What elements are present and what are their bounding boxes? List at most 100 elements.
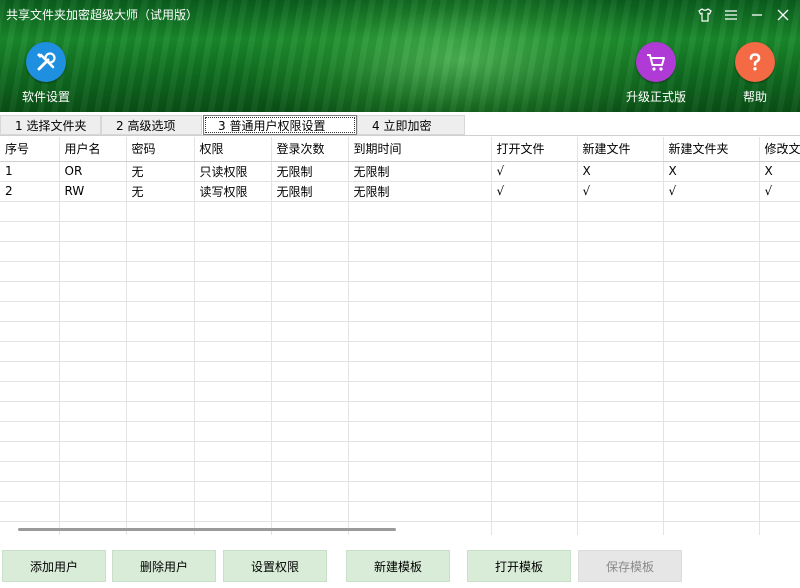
empty-cell: [0, 221, 60, 242]
empty-cell: [126, 361, 195, 382]
empty-cell: [59, 441, 127, 462]
delete-user-button[interactable]: 删除用户: [112, 550, 216, 582]
table-cell: 无: [126, 161, 195, 182]
table-cell: 无: [126, 181, 195, 202]
empty-cell: [271, 381, 349, 402]
tab-select-folder[interactable]: 1 选择文件夹: [0, 115, 101, 135]
empty-cell: [126, 481, 195, 502]
horizontal-scrollbar[interactable]: [18, 528, 396, 531]
empty-cell: [194, 321, 272, 342]
window-controls: [694, 4, 794, 26]
close-icon[interactable]: [772, 4, 794, 26]
empty-cell: [0, 421, 60, 442]
new-template-button[interactable]: 新建模板: [346, 550, 450, 582]
column-header[interactable]: 序号: [0, 137, 60, 162]
column-header[interactable]: 新建文件: [577, 137, 664, 162]
empty-table-row: [0, 441, 800, 462]
empty-cell: [194, 401, 272, 422]
save-template-button[interactable]: 保存模板: [578, 550, 682, 582]
empty-cell: [194, 301, 272, 322]
column-header[interactable]: 密码: [126, 137, 195, 162]
empty-cell: [271, 301, 349, 322]
empty-cell: [126, 401, 195, 422]
empty-cell: [491, 361, 578, 382]
empty-cell: [663, 221, 760, 242]
empty-cell: [126, 421, 195, 442]
empty-cell: [0, 201, 60, 222]
tab-user-permissions[interactable]: 3 普通用户权限设置: [203, 115, 357, 135]
empty-cell: [759, 481, 800, 502]
empty-cell: [663, 481, 760, 502]
empty-cell: [0, 401, 60, 422]
question-icon: [735, 42, 775, 82]
empty-cell: [663, 241, 760, 262]
empty-cell: [348, 361, 492, 382]
tab-advanced-options[interactable]: 2 高级选项: [101, 115, 202, 135]
set-permission-button[interactable]: 设置权限: [223, 550, 327, 582]
empty-cell: [577, 301, 664, 322]
empty-cell: [126, 321, 195, 342]
empty-cell: [491, 281, 578, 302]
column-header[interactable]: 用户名: [59, 137, 127, 162]
empty-cell: [348, 441, 492, 462]
empty-cell: [759, 501, 800, 522]
empty-cell: [348, 421, 492, 442]
column-header[interactable]: 登录次数: [271, 137, 349, 162]
table-row[interactable]: 2 RW 无 读写权限 无限制 无限制 √ √ √ √: [0, 181, 800, 202]
table-cell: 读写权限: [194, 181, 272, 202]
empty-cell: [348, 401, 492, 422]
empty-cell: [759, 361, 800, 382]
empty-cell: [271, 401, 349, 422]
empty-cell: [0, 361, 60, 382]
minimize-icon[interactable]: [746, 4, 768, 26]
empty-cell: [0, 321, 60, 342]
column-header[interactable]: 权限: [194, 137, 272, 162]
open-template-button[interactable]: 打开模板: [467, 550, 571, 582]
help-button[interactable]: 帮助: [735, 42, 775, 105]
empty-cell: [194, 481, 272, 502]
empty-cell: [194, 461, 272, 482]
empty-cell: [59, 301, 127, 322]
empty-cell: [348, 261, 492, 282]
empty-cell: [271, 261, 349, 282]
menu-icon[interactable]: [720, 4, 742, 26]
empty-cell: [59, 241, 127, 262]
column-header[interactable]: 新建文件夹: [663, 137, 760, 162]
empty-cell: [491, 341, 578, 362]
empty-cell: [663, 421, 760, 442]
empty-cell: [577, 421, 664, 442]
upgrade-button[interactable]: 升级正式版: [626, 42, 686, 105]
table-cell: √: [491, 161, 578, 182]
tools-icon: [26, 42, 66, 82]
empty-cell: [759, 221, 800, 242]
empty-cell: [59, 281, 127, 302]
bottom-toolbar: 添加用户 删除用户 设置权限 新建模板 打开模板 保存模板: [0, 538, 800, 588]
empty-cell: [0, 481, 60, 502]
empty-cell: [663, 301, 760, 322]
column-header[interactable]: 修改文件: [759, 137, 800, 162]
empty-cell: [663, 401, 760, 422]
empty-cell: [663, 381, 760, 402]
empty-cell: [194, 261, 272, 282]
empty-table-row: [0, 241, 800, 262]
empty-cell: [0, 301, 60, 322]
add-user-button[interactable]: 添加用户: [2, 550, 106, 582]
empty-cell: [663, 501, 760, 522]
empty-cell: [126, 261, 195, 282]
empty-cell: [59, 421, 127, 442]
empty-table-row: [0, 341, 800, 362]
empty-cell: [271, 441, 349, 462]
skin-icon[interactable]: [694, 4, 716, 26]
column-header[interactable]: 到期时间: [348, 137, 492, 162]
empty-cell: [577, 501, 664, 522]
empty-cell: [59, 201, 127, 222]
empty-table-row: [0, 361, 800, 382]
column-header[interactable]: 打开文件: [491, 137, 578, 162]
table-row[interactable]: 1 OR 无 只读权限 无限制 无限制 √ X X X: [0, 161, 800, 182]
empty-cell: [577, 241, 664, 262]
empty-cell: [577, 341, 664, 362]
empty-cell: [663, 321, 760, 342]
tab-encrypt-now[interactable]: 4 立即加密: [357, 115, 465, 135]
settings-button[interactable]: 软件设置: [22, 42, 70, 105]
empty-cell: [348, 461, 492, 482]
